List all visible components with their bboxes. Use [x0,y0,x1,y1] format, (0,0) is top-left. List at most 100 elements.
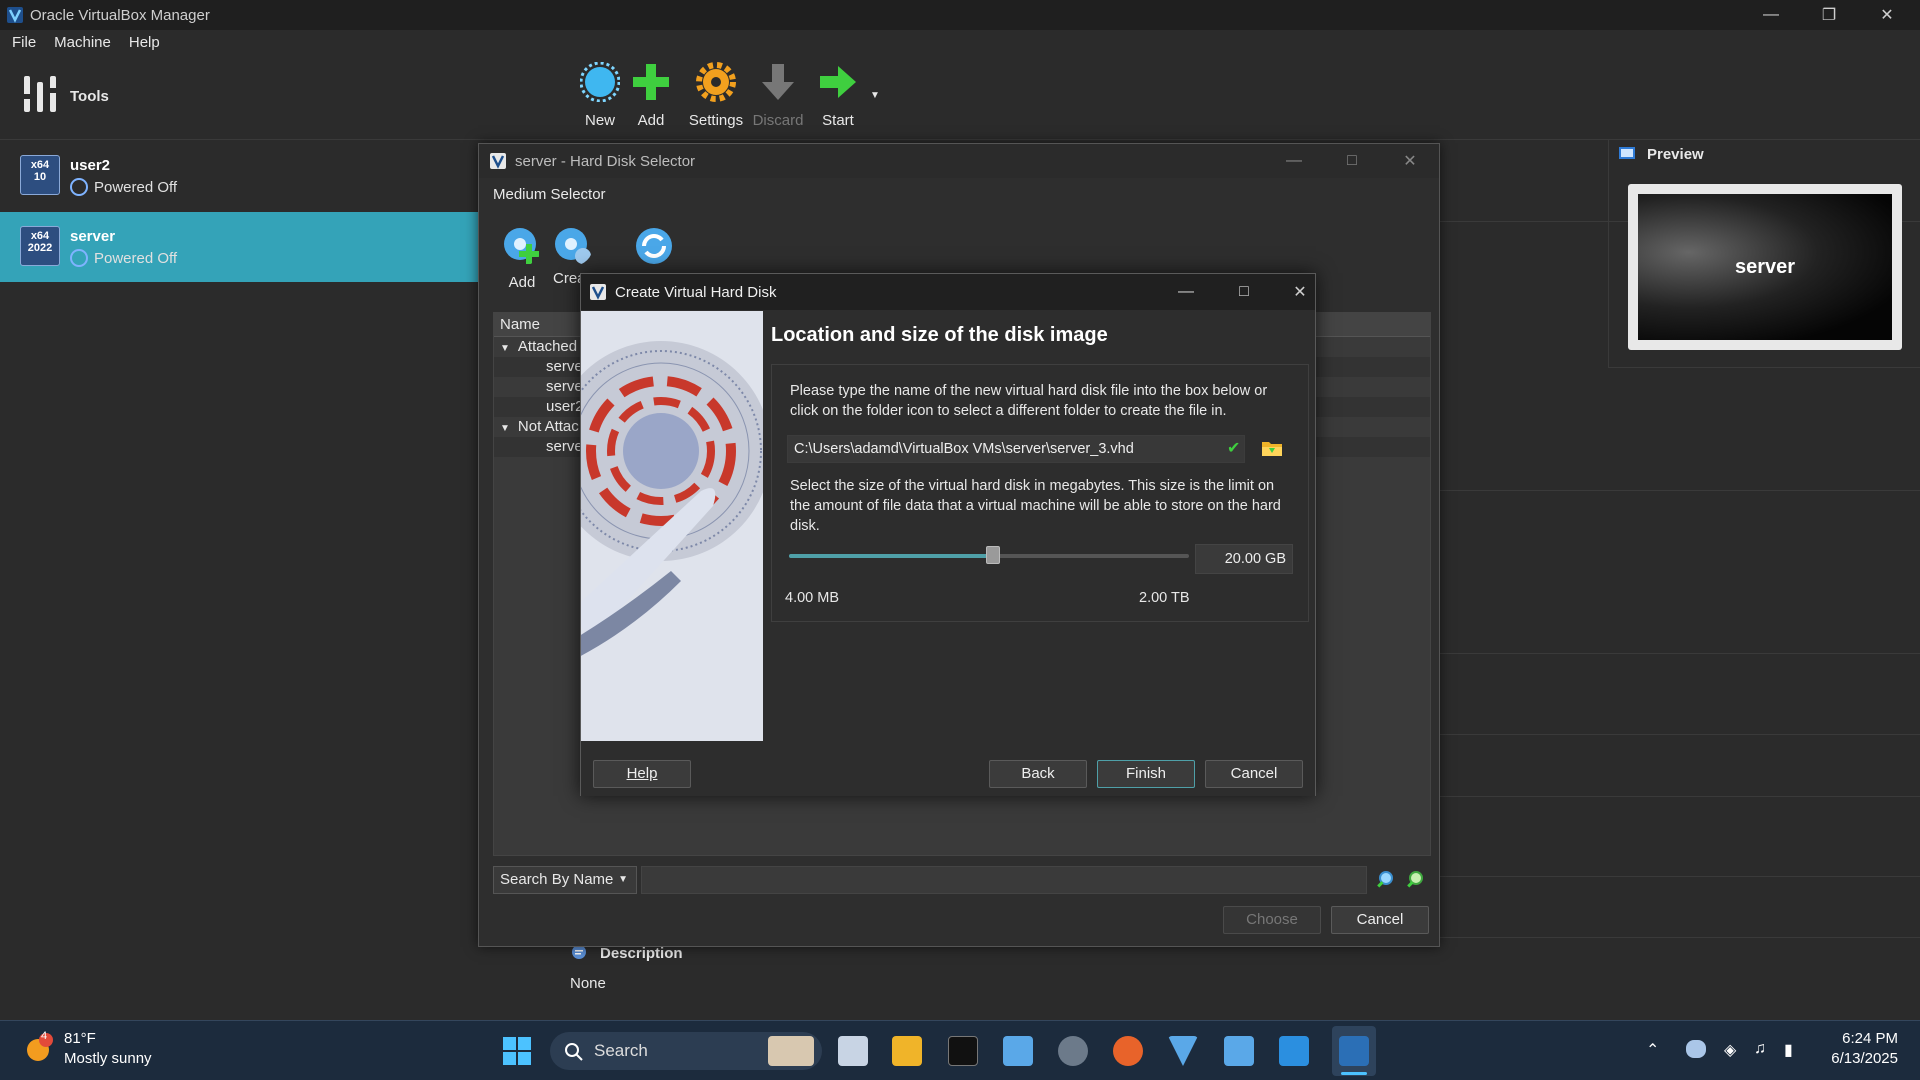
hds-maximize-button[interactable]: □ [1323,146,1381,176]
description-value: None [570,975,606,992]
cvhd-cancel-button[interactable]: Cancel [1205,760,1303,788]
help-button[interactable]: Help [593,760,691,788]
hds-minimize-button[interactable]: — [1265,146,1323,176]
hds-close-button[interactable]: ✕ [1381,146,1439,176]
create-virtual-hard-disk-dialog: Create Virtual Hard Disk — □ ✕ Location … [580,273,1316,796]
finish-button[interactable]: Finish [1097,760,1195,788]
close-button[interactable]: ✕ [1858,0,1916,30]
refresh-icon [636,228,672,264]
menu-file[interactable]: File [12,34,36,51]
windows-start-icon[interactable] [502,1036,532,1066]
vm-item-user2[interactable]: x64 10 user2 Powered Off [0,141,560,211]
onedrive-icon[interactable] [1686,1040,1706,1058]
file-explorer-icon[interactable] [892,1036,922,1066]
hds-titlebar: server - Hard Disk Selector — □ ✕ [479,144,1439,178]
back-button[interactable]: Back [989,760,1087,788]
settings-gear-icon [696,62,736,102]
vm-item-server[interactable]: x64 2022 server Powered Off [0,212,560,282]
menu-machine[interactable]: Machine [54,34,111,51]
disk-path-input[interactable]: C:\Users\adamd\VirtualBox VMs\server\ser… [787,435,1245,463]
size-slider-handle[interactable] [986,546,1000,564]
windows-10-os-icon: x64 10 [20,155,60,195]
weather-temp: 81°F [64,1030,96,1047]
preview-vm-name: server [1734,255,1796,278]
cvhd-close-button[interactable]: ✕ [1271,277,1329,307]
virtualbox-taskbar-icon [1339,1036,1369,1066]
folder-icon[interactable] [1261,438,1283,458]
hds-cancel-button[interactable]: Cancel [1331,906,1429,934]
weather-badge: 4 [41,1030,48,1042]
virtualbox-icon [490,153,506,169]
search-mode-select[interactable]: Search By Name ▼ [493,866,637,894]
vm-state: Powered Off [94,250,178,267]
vscode-icon[interactable] [1279,1036,1309,1066]
menu-help[interactable]: Help [129,34,160,51]
hds-title: server - Hard Disk Selector [515,152,696,170]
cvhd-maximize-button[interactable]: □ [1215,277,1273,307]
firefox-icon[interactable] [1113,1036,1143,1066]
task-view-icon[interactable] [838,1036,868,1066]
settings-gear-icon[interactable] [1058,1036,1088,1066]
add-button[interactable]: Add [621,62,681,129]
start-arrow-icon [820,66,856,98]
start-button[interactable]: Start [808,62,868,129]
windows-2022-os-icon: x64 2022 [20,226,60,266]
valid-check-icon: ✔ [1227,440,1241,457]
terminal-icon[interactable] [948,1036,978,1066]
volume-icon[interactable]: ♫ [1754,1040,1766,1058]
start-dropdown-icon[interactable]: ▼ [870,90,880,101]
size-slider-fill [789,554,993,558]
weather-condition: Mostly sunny [64,1050,152,1067]
create-disk-icon [555,228,591,264]
active-indicator [1341,1072,1367,1075]
power-off-icon [70,249,88,267]
vm-name: user2 [70,157,111,174]
clock-date[interactable]: 6/13/2025 [1822,1050,1898,1067]
photos-icon[interactable] [1003,1036,1033,1066]
virtualbox-icon [590,284,606,300]
virtualbox-icon [7,7,23,23]
battery-icon[interactable]: ▮ [1784,1040,1793,1060]
taskbar-search-box[interactable]: Search [550,1032,822,1070]
min-size-label: 4.00 MB [785,590,839,606]
preview-monitor-icon [1619,147,1635,159]
new-starburst-icon [579,61,621,103]
search-input[interactable] [641,866,1367,894]
window-title: Oracle VirtualBox Manager [30,6,210,24]
hds-add-button[interactable]: Add [497,226,547,291]
menubar: File Machine Help [0,30,1920,54]
notepad-icon[interactable] [1224,1036,1254,1066]
cvhd-minimize-button[interactable]: — [1157,277,1215,307]
cvhd-title: Create Virtual Hard Disk [615,283,777,301]
cvhd-titlebar: Create Virtual Hard Disk — □ ✕ [581,274,1315,310]
add-plus-icon [633,64,669,100]
size-instructions: Select the size of the virtual hard disk… [790,478,1281,534]
hds-refresh-button[interactable] [629,226,679,274]
max-size-label: 2.00 TB [1139,590,1190,606]
chevron-down-icon: ▼ [618,874,628,885]
choose-button[interactable]: Choose [1223,906,1321,934]
clock-time[interactable]: 6:24 PM [1836,1030,1898,1047]
discard-button[interactable]: Discard [748,62,808,129]
cvhd-heading: Location and size of the disk image [771,324,1108,346]
tray-overflow-icon[interactable]: ⌃ [1646,1040,1659,1060]
wifi-icon[interactable]: ◈ [1724,1040,1736,1060]
search-prev-icon[interactable] [1375,870,1395,890]
search-highlight-icon [768,1036,814,1066]
preview-screen: server [1628,184,1902,350]
search-icon [565,1043,583,1061]
search-next-icon[interactable] [1405,870,1425,890]
weather-sun-icon[interactable] [24,1032,56,1064]
power-off-icon [70,178,88,196]
tools-item[interactable]: Tools [0,54,560,140]
discard-arrow-icon [762,64,794,100]
main-titlebar: Oracle VirtualBox Manager — ❐ ✕ [0,0,1920,30]
size-input[interactable]: 20.00 GB [1195,544,1293,574]
medium-selector-label: Medium Selector [493,186,606,203]
vm-state: Powered Off [94,179,178,196]
location-instructions: Please type the name of the new virtual … [790,383,1268,419]
settings-button[interactable]: Settings [681,62,751,129]
minimize-button[interactable]: — [1742,0,1800,30]
restore-button[interactable]: ❐ [1800,0,1858,30]
vm-name: server [70,228,116,245]
